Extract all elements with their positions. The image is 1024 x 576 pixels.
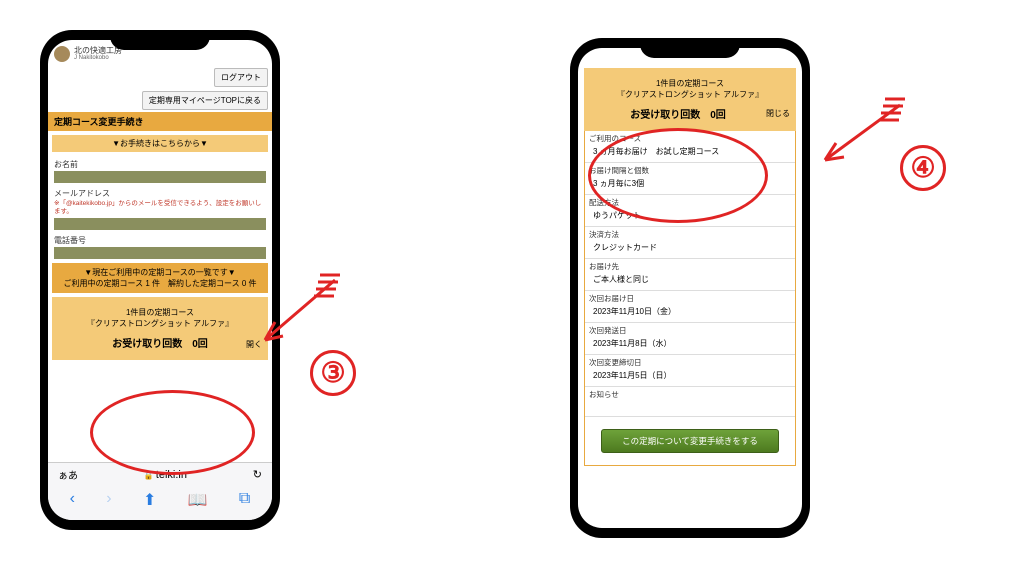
phone-notch <box>640 38 740 58</box>
course-card-line2: 『クリアストロングショット アルファ』 <box>58 318 262 329</box>
row-interval-label: お届け間隔と個数 <box>589 165 791 176</box>
reload-icon[interactable]: ↻ <box>253 468 262 481</box>
bookmarks-icon[interactable]: 📖 <box>188 490 208 510</box>
row-ship-val: ゆうパケット <box>589 208 791 224</box>
course-top-receive-count: お受け取り回数 0回 <box>630 106 726 121</box>
row-course-label: ご利用のコース <box>589 133 791 144</box>
course-detail-list: ご利用のコース3 ヵ月毎お届け お試し定期コース お届け間隔と個数3 ヵ月毎に3… <box>584 131 796 466</box>
phone-value-redacted <box>54 247 266 259</box>
phone-mockup-right: 1件目の定期コース 『クリアストロングショット アルファ』 お受け取り回数 0回… <box>570 38 810 538</box>
email-note: ※「@kaitekikobo.jp」からのメールを受信できるよう、設定をお願いし… <box>48 200 272 218</box>
phone-screen-left: 北の快適工房 J Nakitokobo ログアウト 定期専用マイページTOPに戻… <box>48 40 272 520</box>
course-card-receive-count: お受け取り回数 0回 <box>58 335 262 350</box>
course-top-l1: 1件目の定期コース <box>590 78 790 89</box>
safari-bar: ぁあ teiki.in ↻ ‹ › ⬆︎ 📖 ⧉ <box>48 462 272 520</box>
section-title: 定期コース変更手続き <box>48 112 272 131</box>
text-size-button[interactable]: ぁあ <box>58 467 78 482</box>
brand-text: 北の快適工房 J Nakitokobo <box>74 47 122 61</box>
course-list-header: ▼現在ご利用中の定期コースの一覧です▼ ご利用中の定期コース 1 件 解約した定… <box>52 263 268 293</box>
share-icon[interactable]: ⬆︎ <box>143 490 156 510</box>
tabs-icon[interactable]: ⧉ <box>239 490 250 510</box>
row-ship-label: 配送方法 <box>589 197 791 208</box>
row-notice-val <box>589 400 791 414</box>
course-close-link[interactable]: 閉じる <box>766 108 790 119</box>
back-to-top-button[interactable]: 定期専用マイページTOPに戻る <box>142 91 268 110</box>
annotation-number-3: ③ <box>310 350 356 396</box>
row-next-deliv-val: 2023年11月10日（金） <box>589 304 791 320</box>
email-value-redacted <box>54 218 266 230</box>
course-list-header-l1: ▼現在ご利用中の定期コースの一覧です▼ <box>56 267 264 278</box>
logout-button[interactable]: ログアウト <box>214 68 268 87</box>
course-open-link[interactable]: 開く <box>246 339 262 350</box>
course-card[interactable]: 1件目の定期コース 『クリアストロングショット アルファ』 お受け取り回数 0回… <box>52 297 268 360</box>
brand-logo-icon <box>54 46 70 62</box>
row-pay-label: 決済方法 <box>589 229 791 240</box>
brand-name: 北の快適工房 <box>74 47 122 55</box>
row-addr-val: ご本人様と同じ <box>589 272 791 288</box>
brand-sub: J Nakitokobo <box>74 55 122 61</box>
row-next-deliv-label: 次回お届け日 <box>589 293 791 304</box>
course-top-l2: 『クリアストロングショット アルファ』 <box>590 89 790 100</box>
course-list-header-l2: ご利用中の定期コース 1 件 解約した定期コース 0 件 <box>56 278 264 289</box>
phone-notch <box>110 30 210 50</box>
row-next-ship-label: 次回発送日 <box>589 325 791 336</box>
name-value-redacted <box>54 171 266 183</box>
name-label: お名前 <box>48 156 272 171</box>
row-next-ship-val: 2023年11月8日（水） <box>589 336 791 352</box>
row-pay-val: クレジットカード <box>589 240 791 256</box>
row-next-cutoff-val: 2023年11月5日（日） <box>589 368 791 384</box>
row-interval-val: 3 ヵ月毎に3個 <box>589 176 791 192</box>
phone-label: 電話番号 <box>48 232 272 247</box>
address-bar[interactable]: ぁあ teiki.in ↻ <box>48 463 272 486</box>
forward-icon[interactable]: › <box>106 490 111 510</box>
row-notice-label: お知らせ <box>589 389 791 400</box>
phone-screen-right: 1件目の定期コース 『クリアストロングショット アルファ』 お受け取り回数 0回… <box>578 48 802 528</box>
url-text: teiki.in <box>144 469 187 481</box>
row-next-cutoff-label: 次回変更締切日 <box>589 357 791 368</box>
row-addr-label: お届け先 <box>589 261 791 272</box>
annotation-number-4: ④ <box>900 145 946 191</box>
safari-toolbar: ‹ › ⬆︎ 📖 ⧉ <box>48 486 272 514</box>
procedure-banner: ▼お手続きはこちらから▼ <box>52 135 268 152</box>
change-procedure-button[interactable]: この定期について変更手続きをする <box>601 429 780 453</box>
row-course-val: 3 ヵ月毎お届け お試し定期コース <box>589 144 791 160</box>
back-icon[interactable]: ‹ <box>70 490 75 510</box>
email-label: メールアドレス <box>48 185 272 200</box>
phone-mockup-left: 北の快適工房 J Nakitokobo ログアウト 定期専用マイページTOPに戻… <box>40 30 280 530</box>
course-card-line1: 1件目の定期コース <box>58 307 262 318</box>
course-card-expanded: 1件目の定期コース 『クリアストロングショット アルファ』 お受け取り回数 0回… <box>584 68 796 131</box>
